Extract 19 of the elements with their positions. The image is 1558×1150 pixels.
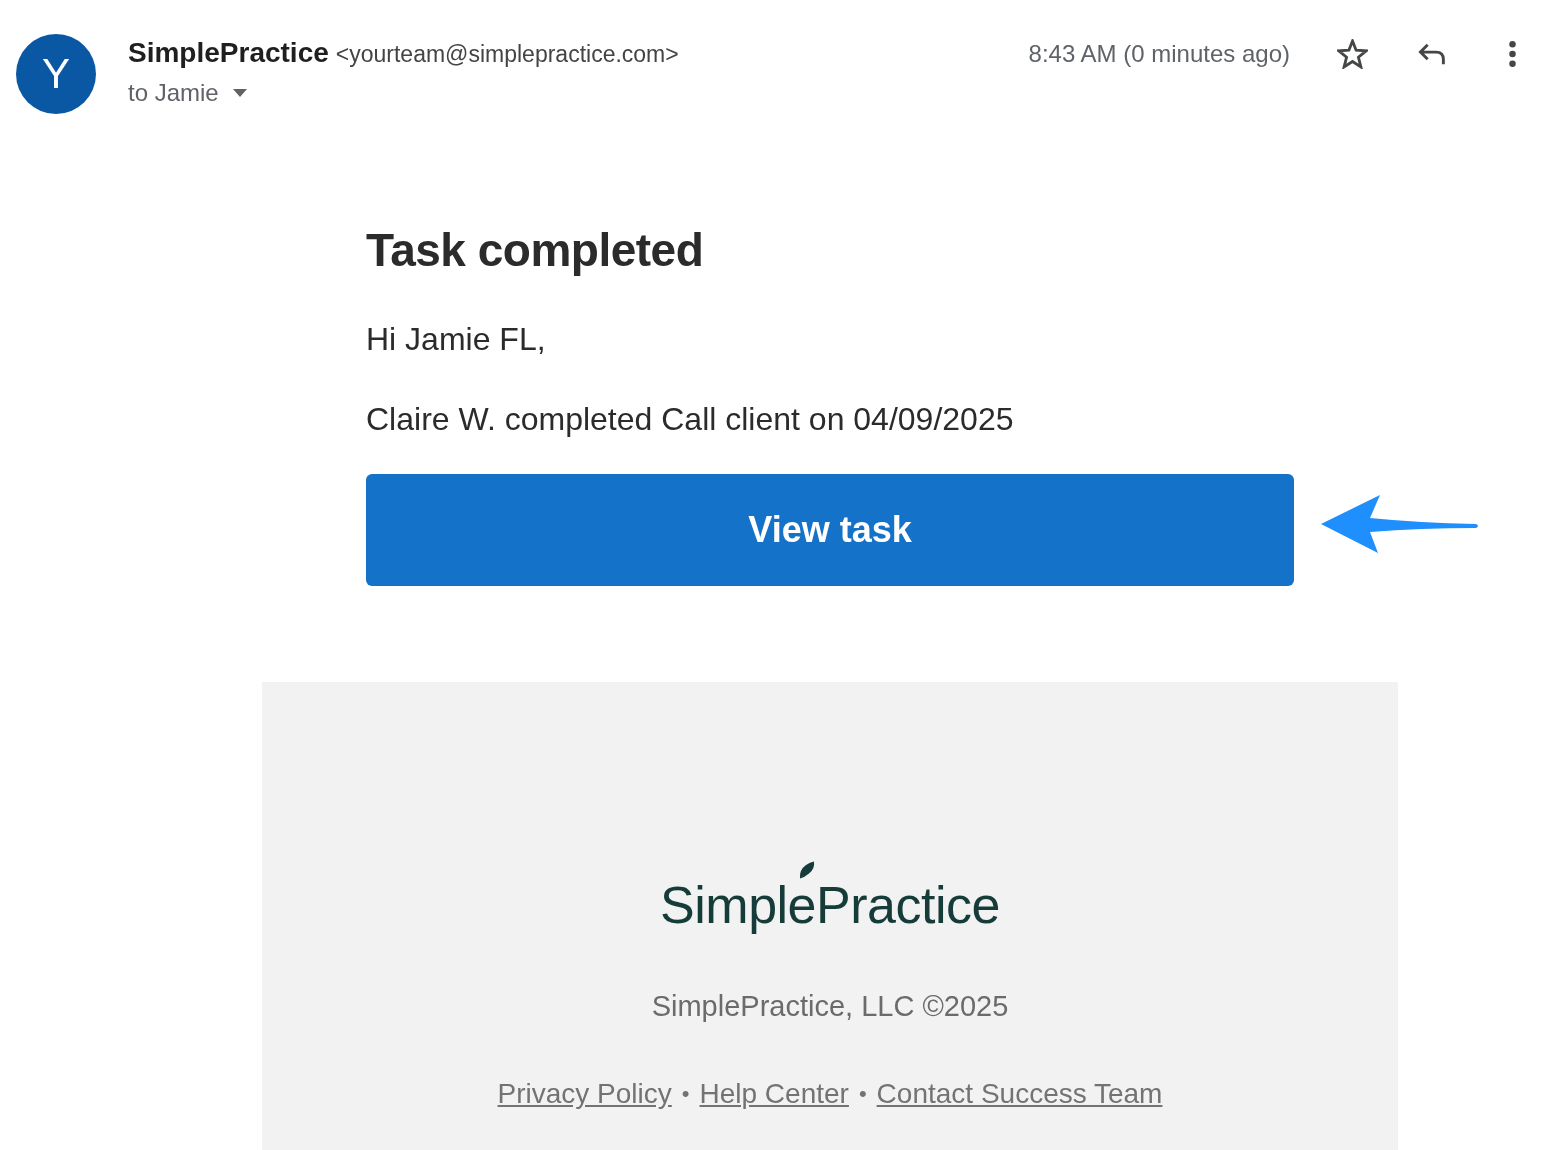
email-title: Task completed: [366, 223, 704, 277]
timestamp: 8:43 AM (0 minutes ago): [1028, 40, 1290, 68]
footer-link[interactable]: Privacy Policy: [497, 1077, 672, 1111]
reply-icon: [1417, 41, 1447, 67]
sender-avatar: Y: [16, 34, 96, 114]
sender-name: SimplePractice: [128, 37, 329, 69]
separator-dot: •: [681, 1080, 690, 1108]
sender-email: <yourteam@simplepractice.com>: [335, 40, 679, 69]
message-text: Claire W. completed Call client on 04/09/2025: [366, 401, 1014, 437]
leaf-icon: [799, 861, 816, 879]
copyright-text: SimplePractice, LLC ©2025: [651, 989, 1009, 1023]
view-task-button[interactable]: View task: [366, 474, 1294, 586]
footer-link[interactable]: Contact Success Team: [876, 1077, 1163, 1111]
caret-icon: [232, 89, 247, 97]
greeting-text: Hi Jamie FL,: [366, 321, 546, 357]
recipient-dropdown[interactable]: to Jamie: [128, 78, 247, 108]
more-options-icon: [1508, 41, 1516, 67]
separator-dot: •: [858, 1080, 867, 1108]
footer-link[interactable]: Help Center: [699, 1077, 849, 1111]
